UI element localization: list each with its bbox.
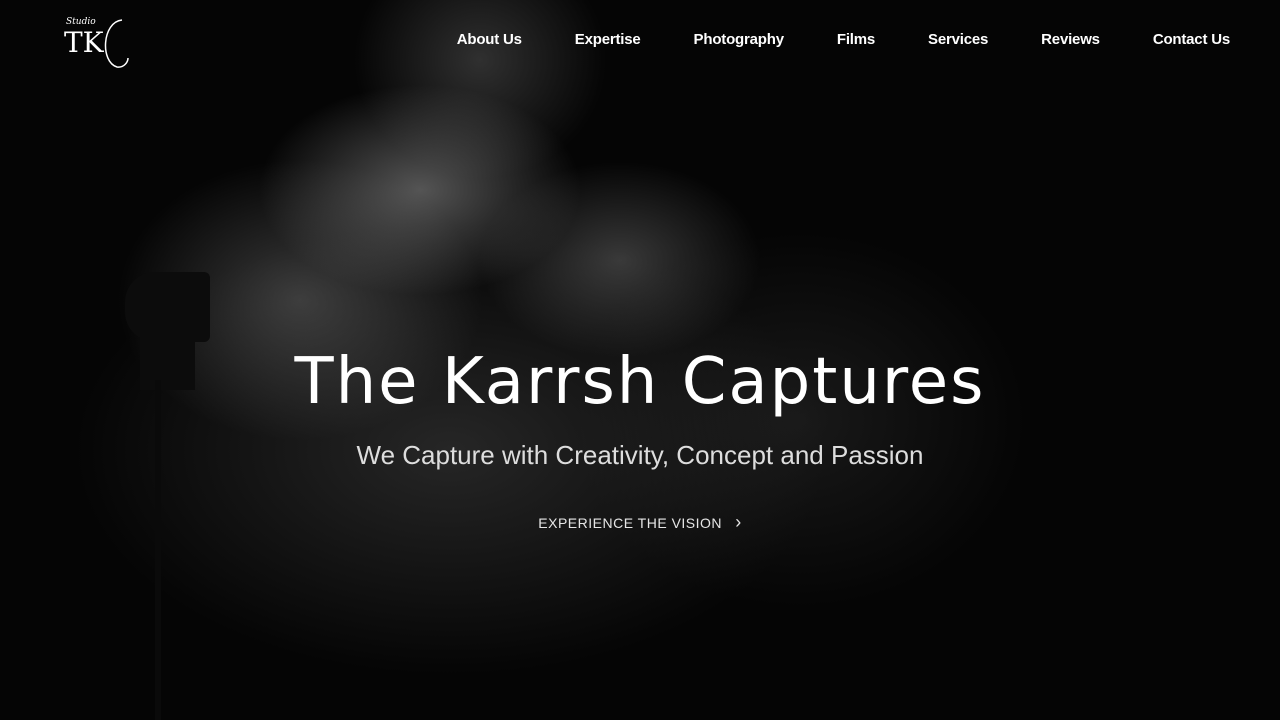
cta-container: EXPERIENCE THE VISION › xyxy=(0,512,1280,533)
light-stand xyxy=(155,380,161,720)
nav-films[interactable]: Films xyxy=(837,31,875,48)
chevron-right-icon: › xyxy=(735,512,742,532)
main-nav: About Us Expertise Photography Films Ser… xyxy=(457,31,1230,48)
logo[interactable]: Studio TK xyxy=(62,12,132,72)
logo-icon: Studio TK xyxy=(64,17,129,68)
nav-contact-us[interactable]: Contact Us xyxy=(1153,31,1230,48)
nav-expertise[interactable]: Expertise xyxy=(575,31,641,48)
hero-subtitle: We Capture with Creativity, Concept and … xyxy=(356,440,924,470)
svg-text:TK: TK xyxy=(64,26,105,59)
nav-reviews[interactable]: Reviews xyxy=(1041,31,1100,48)
hero-title: The Karrsh Captures xyxy=(294,345,986,419)
cta-label: EXPERIENCE THE VISION xyxy=(538,515,723,531)
nav-services[interactable]: Services xyxy=(928,31,988,48)
experience-vision-button[interactable]: EXPERIENCE THE VISION › xyxy=(538,512,742,532)
nav-photography[interactable]: Photography xyxy=(694,31,785,48)
nav-about-us[interactable]: About Us xyxy=(457,31,522,48)
